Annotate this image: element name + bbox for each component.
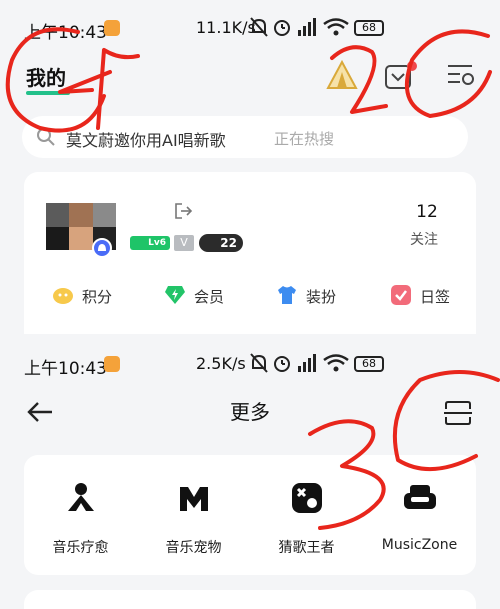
avatar-badge-icon [92, 238, 112, 258]
status-bar: 上午10:43 11.1K/s 68 [0, 0, 500, 56]
music-healing-icon [68, 483, 94, 511]
wifi-icon [323, 18, 349, 36]
grid-item-label: MusicZone [381, 537, 458, 553]
vip-diamond-icon [165, 286, 185, 304]
next-section-card [24, 590, 476, 609]
guess-song-icon [292, 483, 322, 513]
v-badge[interactable]: V [174, 235, 194, 251]
follow-count[interactable]: 12 [412, 202, 442, 222]
menu-item-label: 会员 [194, 288, 225, 306]
scan-icon[interactable] [444, 400, 472, 426]
settings-menu-icon[interactable] [446, 62, 476, 88]
app-notification-icon [104, 356, 120, 372]
battery-indicator: 68 [354, 20, 384, 36]
music-pet-icon [180, 487, 208, 511]
search-suggestion-text: 莫文蔚邀你用AI唱新歌 [66, 131, 226, 150]
profile-card: Lv6 V 22 12 关注 积分 会员 装扮 日签 [24, 172, 476, 334]
network-speed: 2.5K/s [196, 354, 246, 373]
logout-icon[interactable] [174, 202, 194, 220]
search-bar[interactable]: 莫文蔚邀你用AI唱新歌 正在热搜 [22, 116, 468, 158]
follow-label[interactable]: 关注 [410, 229, 438, 249]
page-title-more: 更多 [230, 400, 270, 424]
grid-item-guess-song[interactable]: 猜歌王者 [250, 455, 363, 575]
grid-item-music-healing[interactable]: 音乐疗愈 [24, 455, 137, 575]
signal-icon [298, 354, 316, 372]
grid-item-label: 猜歌王者 [278, 540, 335, 556]
app-notification-icon [104, 20, 120, 36]
more-features-card: 音乐疗愈 音乐宠物 猜歌王者 MusicZone [24, 455, 476, 575]
more-page-screen: 上午10:43 2.5K/s 68 更多 音乐疗愈 音乐宠物 猜歌王者 Musi… [0, 334, 500, 609]
tab-underline [26, 91, 70, 95]
status-time: 上午10:43 [24, 23, 107, 43]
grid-item-label: 音乐疗愈 [52, 540, 109, 556]
grid-item-label: 音乐宠物 [165, 540, 222, 556]
page-title-mine[interactable]: 我的 [26, 62, 66, 91]
menu-item-label: 积分 [82, 288, 113, 306]
battery-indicator: 68 [354, 356, 384, 372]
network-speed: 11.1K/s [196, 18, 256, 37]
musiczone-sofa-icon [404, 485, 436, 509]
status-time: 上午10:43 [24, 359, 107, 379]
message-icon[interactable] [384, 60, 420, 90]
alarm-icon [274, 20, 290, 36]
level-badge[interactable]: Lv6 [130, 236, 170, 250]
mute-bell-icon [250, 17, 268, 37]
grid-item-musiczone[interactable]: MusicZone [363, 455, 476, 575]
status-bar: 上午10:43 2.5K/s 68 [0, 334, 500, 390]
menu-item-label: 日签 [420, 288, 451, 306]
status-icons [250, 353, 349, 373]
status-icons [250, 17, 349, 37]
daily-checkin-icon [391, 285, 411, 305]
tent-icon[interactable] [326, 60, 358, 90]
my-page-screen: 上午10:43 11.1K/s 68 我的 莫文蔚邀你用AI唱新歌 正在热搜 L… [0, 0, 500, 334]
menu-item-label: 装扮 [306, 288, 337, 306]
alarm-icon [274, 356, 290, 372]
count-badge[interactable]: 22 [199, 234, 243, 252]
search-trending-hint: 正在热搜 [274, 130, 335, 148]
wifi-icon [323, 354, 349, 372]
mute-bell-icon [250, 353, 268, 373]
grid-item-music-pet[interactable]: 音乐宠物 [137, 455, 250, 575]
tshirt-icon [278, 286, 296, 304]
search-icon [37, 128, 55, 146]
signal-icon [298, 18, 316, 36]
points-icon [53, 288, 73, 304]
